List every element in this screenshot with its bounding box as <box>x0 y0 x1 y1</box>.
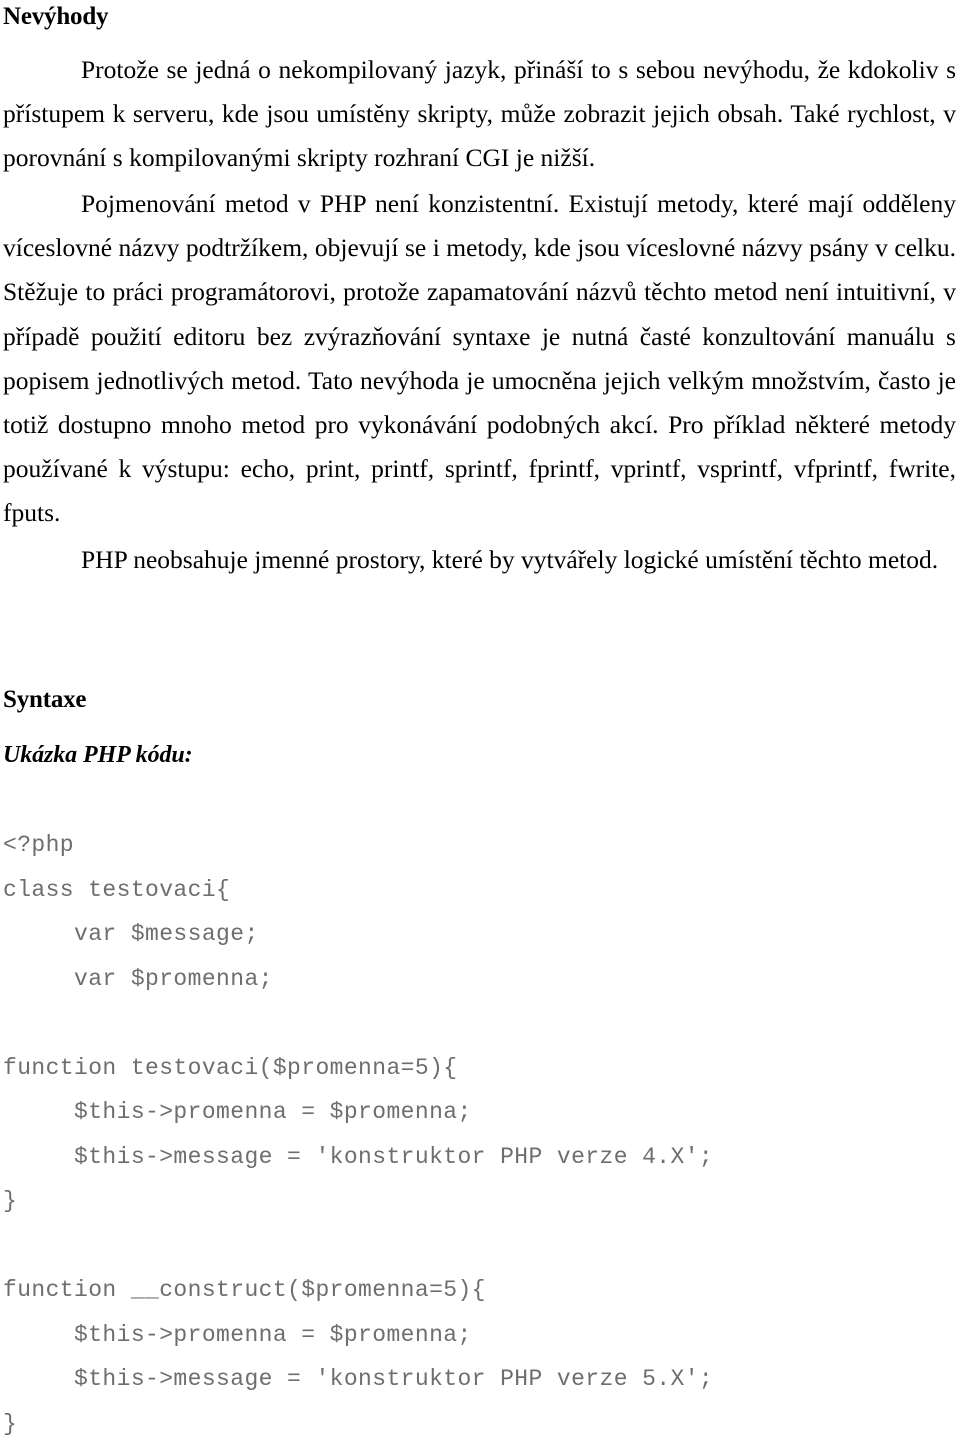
code-line: } <box>3 1179 956 1224</box>
code-line: $this->message = 'konstruktor PHP verze … <box>3 1357 956 1402</box>
document-page: Nevýhody Protože se jedná o nekompilovan… <box>0 0 960 1436</box>
section-heading-syntaxe: Syntaxe <box>3 686 86 714</box>
code-line: var $message; <box>3 912 956 957</box>
code-line: <?php <box>3 823 956 868</box>
code-line: class testovaci{ <box>3 868 956 913</box>
code-line-blank <box>3 1224 956 1269</box>
code-line: function __construct($promenna=5){ <box>3 1268 956 1313</box>
php-code-sample: <?phpclass testovaci{ var $message; var … <box>3 823 956 1446</box>
paragraph-namespaces: PHP neobsahuje jmenné prostory, které by… <box>3 538 956 582</box>
code-line: $this->promenna = $promenna; <box>3 1313 956 1358</box>
paragraph-method-naming: Pojmenování metod v PHP není konzistentn… <box>3 182 956 536</box>
paragraph-disadvantages-intro: Protože se jedná o nekompilovaný jazyk, … <box>3 48 956 181</box>
code-line: } <box>3 1402 956 1446</box>
code-line-blank <box>3 1001 956 1046</box>
code-line: var $promenna; <box>3 957 956 1002</box>
page-title: Nevýhody <box>3 3 108 31</box>
code-sample-caption: Ukázka PHP kódu: <box>3 742 193 768</box>
code-line: $this->message = 'konstruktor PHP verze … <box>3 1135 956 1180</box>
code-line: function testovaci($promenna=5){ <box>3 1046 956 1091</box>
code-line: $this->promenna = $promenna; <box>3 1090 956 1135</box>
